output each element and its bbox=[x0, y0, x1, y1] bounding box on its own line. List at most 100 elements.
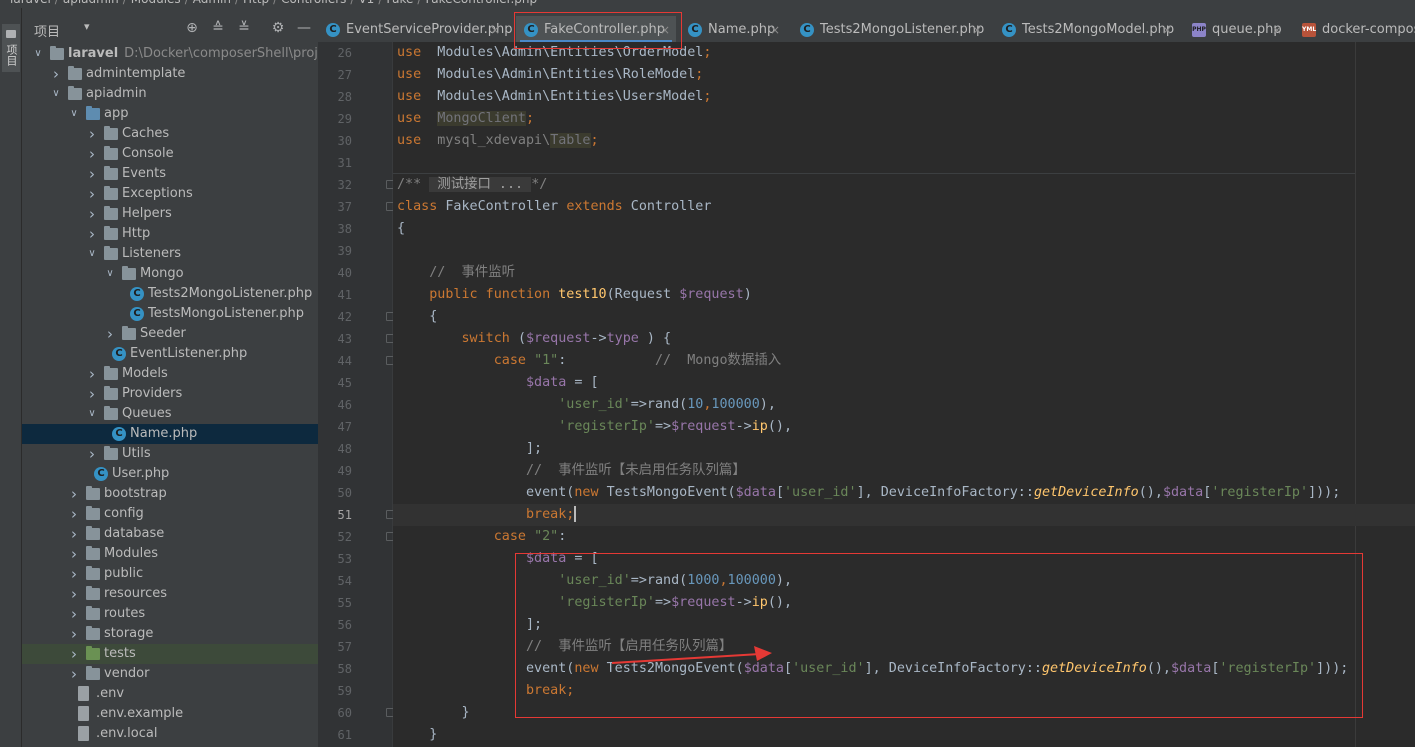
editor-tab[interactable]: C Tests2MongoModel.php × bbox=[994, 16, 1178, 44]
chevron-right-icon[interactable]: › bbox=[104, 324, 116, 344]
tree-item-database[interactable]: › database bbox=[22, 524, 318, 544]
chevron-right-icon[interactable]: › bbox=[68, 544, 80, 564]
chevron-right-icon[interactable]: › bbox=[68, 664, 80, 684]
chevron-right-icon[interactable]: › bbox=[68, 564, 80, 584]
breadcrumb-item[interactable]: Http bbox=[243, 0, 269, 6]
breadcrumb-item[interactable]: V1 bbox=[358, 0, 374, 6]
chevron-down-icon[interactable]: ∨ bbox=[86, 404, 98, 424]
chevron-right-icon[interactable]: › bbox=[68, 524, 80, 544]
tree-item-helpers[interactable]: › Helpers bbox=[22, 204, 318, 224]
tree-item-testsmongolistener-php[interactable]: C TestsMongoListener.php bbox=[22, 304, 318, 324]
chevron-down-icon[interactable]: ∨ bbox=[104, 264, 116, 284]
editor-tab[interactable]: PHP queue.php × bbox=[1184, 16, 1288, 44]
tree-item-models[interactable]: › Models bbox=[22, 364, 318, 384]
tree-item-storage[interactable]: › storage bbox=[22, 624, 318, 644]
tree-item-resources[interactable]: › resources bbox=[22, 584, 318, 604]
editor-tab[interactable]: C Tests2MongoListener.php × bbox=[792, 16, 988, 44]
tree-item-admintemplate[interactable]: › admintemplate bbox=[22, 64, 318, 84]
tree-item-laravel[interactable]: ∨ laravel D:\Docker\composerShell\project\… bbox=[22, 44, 318, 64]
code-line: ]; bbox=[397, 438, 542, 460]
hide-panel-icon[interactable]: — bbox=[296, 20, 312, 36]
code-token: ip bbox=[751, 419, 768, 434]
tree-item-routes[interactable]: › routes bbox=[22, 604, 318, 624]
close-icon[interactable]: × bbox=[1162, 16, 1172, 44]
chevron-right-icon[interactable]: › bbox=[86, 364, 98, 384]
chevron-down-icon[interactable]: ∨ bbox=[86, 244, 98, 264]
editor-tab[interactable]: YML docker-compos bbox=[1294, 16, 1415, 44]
breadcrumb-item[interactable]: Fake bbox=[386, 0, 413, 6]
tree-item-events[interactable]: › Events bbox=[22, 164, 318, 184]
php-class-icon: C bbox=[524, 23, 538, 37]
close-icon[interactable]: × bbox=[972, 16, 982, 44]
tree-item-env-example[interactable]: .env.example bbox=[22, 704, 318, 724]
tree-item-env-local[interactable]: .env.local bbox=[22, 724, 318, 744]
chevron-down-icon[interactable]: ∨ bbox=[32, 44, 44, 64]
tree-item-eventlistener-php[interactable]: C EventListener.php bbox=[22, 344, 318, 364]
tree-item-http[interactable]: › Http bbox=[22, 224, 318, 244]
chevron-right-icon[interactable]: › bbox=[86, 164, 98, 184]
tree-item-name-php[interactable]: C Name.php bbox=[22, 424, 318, 444]
chevron-right-icon[interactable]: › bbox=[68, 624, 80, 644]
code-line: /** 测试接口 ... */ bbox=[397, 174, 547, 196]
editor-tab[interactable]: C Name.php × bbox=[680, 16, 786, 44]
code-token: 测试接口 ... bbox=[429, 177, 532, 192]
tree-item-listeners[interactable]: ∨ Listeners bbox=[22, 244, 318, 264]
chevron-right-icon[interactable]: › bbox=[68, 584, 80, 604]
tree-item-user-php[interactable]: C User.php bbox=[22, 464, 318, 484]
tree-item-public[interactable]: › public bbox=[22, 564, 318, 584]
tree-item-utils[interactable]: › Utils bbox=[22, 444, 318, 464]
breadcrumb-item[interactable]: Modules bbox=[131, 0, 181, 6]
chevron-right-icon[interactable]: › bbox=[86, 144, 98, 164]
breadcrumb-item[interactable]: Controllers bbox=[281, 0, 346, 6]
chevron-right-icon[interactable]: › bbox=[68, 504, 80, 524]
tree-item-config[interactable]: › config bbox=[22, 504, 318, 524]
folder-icon bbox=[104, 246, 118, 260]
tree-item-caches[interactable]: › Caches bbox=[22, 124, 318, 144]
locate-file-icon[interactable]: ⊕ bbox=[184, 20, 200, 36]
breadcrumb-item[interactable]: FakeController.php bbox=[425, 0, 537, 6]
tree-item-mongo[interactable]: ∨ Mongo bbox=[22, 264, 318, 284]
tree-item-exceptions[interactable]: › Exceptions bbox=[22, 184, 318, 204]
tree-item-providers[interactable]: › Providers bbox=[22, 384, 318, 404]
project-view-selector[interactable]: 项目 bbox=[34, 21, 60, 40]
tree-item-env[interactable]: .env bbox=[22, 684, 318, 704]
close-icon[interactable]: × bbox=[490, 16, 500, 44]
editor-tab[interactable]: C EventServiceProvider.php × bbox=[318, 16, 513, 44]
breadcrumb-item[interactable]: laravel bbox=[10, 0, 51, 6]
chevron-down-icon[interactable]: ▾ bbox=[84, 20, 90, 33]
chevron-right-icon[interactable]: › bbox=[86, 384, 98, 404]
chevron-right-icon[interactable]: › bbox=[68, 604, 80, 624]
breadcrumb-item[interactable]: Admin bbox=[193, 0, 231, 6]
breadcrumb-item[interactable]: apiadmin bbox=[63, 0, 119, 6]
tree-item-queues[interactable]: ∨ Queues bbox=[22, 404, 318, 424]
expand-all-icon[interactable]: ≙ bbox=[210, 20, 226, 36]
tree-item-tests2mongolistener-php[interactable]: C Tests2MongoListener.php bbox=[22, 284, 318, 304]
project-tool-button[interactable]: 项目 bbox=[2, 24, 20, 72]
tree-item-bootstrap[interactable]: › bootstrap bbox=[22, 484, 318, 504]
tree-item-label: .env.local bbox=[96, 724, 157, 744]
chevron-right-icon[interactable]: › bbox=[50, 64, 62, 84]
code-editor[interactable]: use Modules\Admin\Entities\OrderModel; us… bbox=[393, 42, 1415, 747]
tree-item-apiadmin[interactable]: ∨ apiadmin bbox=[22, 84, 318, 104]
editor-tab[interactable]: C FakeController.php × bbox=[516, 16, 676, 44]
chevron-right-icon[interactable]: › bbox=[86, 444, 98, 464]
chevron-down-icon[interactable]: ∨ bbox=[68, 104, 80, 124]
chevron-right-icon[interactable]: › bbox=[86, 204, 98, 224]
close-icon[interactable]: × bbox=[770, 16, 780, 44]
tree-item-modules[interactable]: › Modules bbox=[22, 544, 318, 564]
chevron-right-icon[interactable]: › bbox=[68, 644, 80, 664]
tree-item-console[interactable]: › Console bbox=[22, 144, 318, 164]
chevron-down-icon[interactable]: ∨ bbox=[50, 84, 62, 104]
tree-item-tests[interactable]: › tests bbox=[22, 644, 318, 664]
tree-item-vendor[interactable]: › vendor bbox=[22, 664, 318, 684]
chevron-right-icon[interactable]: › bbox=[86, 124, 98, 144]
tree-item-seeder[interactable]: › Seeder bbox=[22, 324, 318, 344]
close-icon[interactable]: × bbox=[660, 16, 670, 44]
tree-item-app[interactable]: ∨ app bbox=[22, 104, 318, 124]
chevron-right-icon[interactable]: › bbox=[86, 224, 98, 244]
chevron-right-icon[interactable]: › bbox=[68, 484, 80, 504]
close-icon[interactable]: × bbox=[1272, 16, 1282, 44]
gear-icon[interactable]: ⚙ bbox=[270, 20, 286, 36]
chevron-right-icon[interactable]: › bbox=[86, 184, 98, 204]
collapse-all-icon[interactable]: ≚ bbox=[236, 20, 252, 36]
